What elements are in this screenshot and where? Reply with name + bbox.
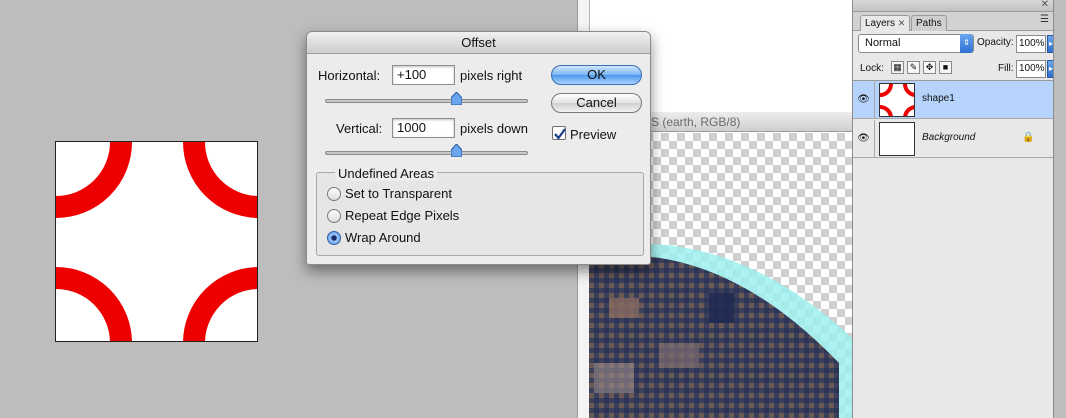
radio-set-to-transparent[interactable] bbox=[327, 187, 341, 201]
layer-thumbnail-shape1 bbox=[879, 83, 915, 117]
select-arrows-icon: ⇕ bbox=[960, 34, 973, 53]
vertical-slider[interactable] bbox=[325, 151, 528, 155]
preview-label: Preview bbox=[570, 127, 617, 142]
offset-dialog[interactable]: Offset Horizontal: +100 pixels right Ver… bbox=[306, 31, 651, 265]
lock-icon: 🔒 bbox=[1022, 132, 1035, 143]
tab-layers-label: Layers bbox=[865, 18, 896, 29]
fill-input[interactable]: 100% bbox=[1016, 60, 1046, 78]
radio-wrap-around[interactable] bbox=[327, 231, 341, 245]
horizontal-slider[interactable] bbox=[325, 99, 528, 103]
lock-transparent-icon[interactable]: ▦ bbox=[891, 61, 904, 74]
eye-icon[interactable]: 👁 bbox=[853, 81, 875, 119]
horizontal-unit-label: pixels right bbox=[460, 68, 523, 83]
eye-icon[interactable]: 👁 bbox=[853, 120, 875, 158]
horizontal-slider-thumb[interactable] bbox=[451, 92, 462, 105]
tab-paths-label: Paths bbox=[916, 18, 942, 29]
lock-all-icon[interactable]: ■ bbox=[939, 61, 952, 74]
close-icon[interactable]: ✕ bbox=[1041, 0, 1049, 10]
layers-panel[interactable]: ✕ Layers ✕ Paths ☰ Normal ⇕ Opacity: 100… bbox=[852, 0, 1055, 418]
layer-name-shape1: shape1 bbox=[922, 93, 955, 104]
layer-row-background[interactable]: 👁 Background 🔒 bbox=[853, 120, 1053, 158]
opacity-label: Opacity: bbox=[977, 37, 1014, 48]
tab-layers[interactable]: Layers ✕ bbox=[860, 15, 911, 31]
undefined-areas-group: Undefined Areas Set to Transparent Repea… bbox=[316, 166, 644, 256]
tab-close-icon[interactable]: ✕ bbox=[898, 18, 906, 28]
lock-position-icon[interactable]: ✥ bbox=[923, 61, 936, 74]
vertical-slider-thumb[interactable] bbox=[451, 144, 462, 157]
window-edge bbox=[1053, 0, 1066, 418]
lock-image-icon[interactable]: ✎ bbox=[907, 61, 920, 74]
panel-menu-icon[interactable]: ☰ bbox=[1040, 14, 1049, 25]
blend-mode-value: Normal bbox=[865, 37, 901, 49]
opacity-input[interactable]: 100% bbox=[1016, 35, 1046, 53]
radio-label-repeat-edge-pixels: Repeat Edge Pixels bbox=[345, 208, 460, 223]
lock-label: Lock: bbox=[860, 63, 884, 74]
dialog-title: Offset bbox=[307, 32, 650, 54]
checkmark-icon bbox=[554, 128, 566, 140]
radio-label-wrap-around: Wrap Around bbox=[345, 230, 421, 245]
document-title: S (earth, RGB/8) bbox=[651, 115, 741, 129]
vertical-label: Vertical: bbox=[336, 121, 383, 136]
vertical-input[interactable]: 1000 bbox=[392, 118, 455, 138]
layer-thumbnail-background bbox=[879, 122, 915, 156]
horizontal-input[interactable]: +100 bbox=[392, 65, 455, 85]
undefined-areas-title: Undefined Areas bbox=[335, 166, 438, 181]
tab-paths[interactable]: Paths bbox=[911, 15, 947, 31]
shape-quarter-circles bbox=[56, 142, 257, 341]
panel-tab-bar: Layers ✕ Paths ☰ bbox=[853, 12, 1053, 31]
offset-shape-preview bbox=[55, 141, 258, 342]
radio-repeat-edge-pixels[interactable] bbox=[327, 209, 341, 223]
blend-mode-select[interactable]: Normal ⇕ bbox=[858, 34, 974, 53]
cancel-button[interactable]: Cancel bbox=[551, 93, 642, 113]
radio-label-set-to-transparent: Set to Transparent bbox=[345, 186, 452, 201]
panel-title-bar[interactable]: ✕ bbox=[853, 0, 1053, 12]
horizontal-label: Horizontal: bbox=[318, 68, 381, 83]
preview-checkbox[interactable] bbox=[552, 126, 566, 140]
vertical-unit-label: pixels down bbox=[460, 121, 528, 136]
ok-button[interactable]: OK bbox=[551, 65, 642, 85]
layer-row-shape1[interactable]: 👁 shape1 bbox=[853, 81, 1053, 119]
layer-name-background: Background bbox=[922, 132, 976, 143]
fill-label: Fill: bbox=[998, 63, 1014, 74]
